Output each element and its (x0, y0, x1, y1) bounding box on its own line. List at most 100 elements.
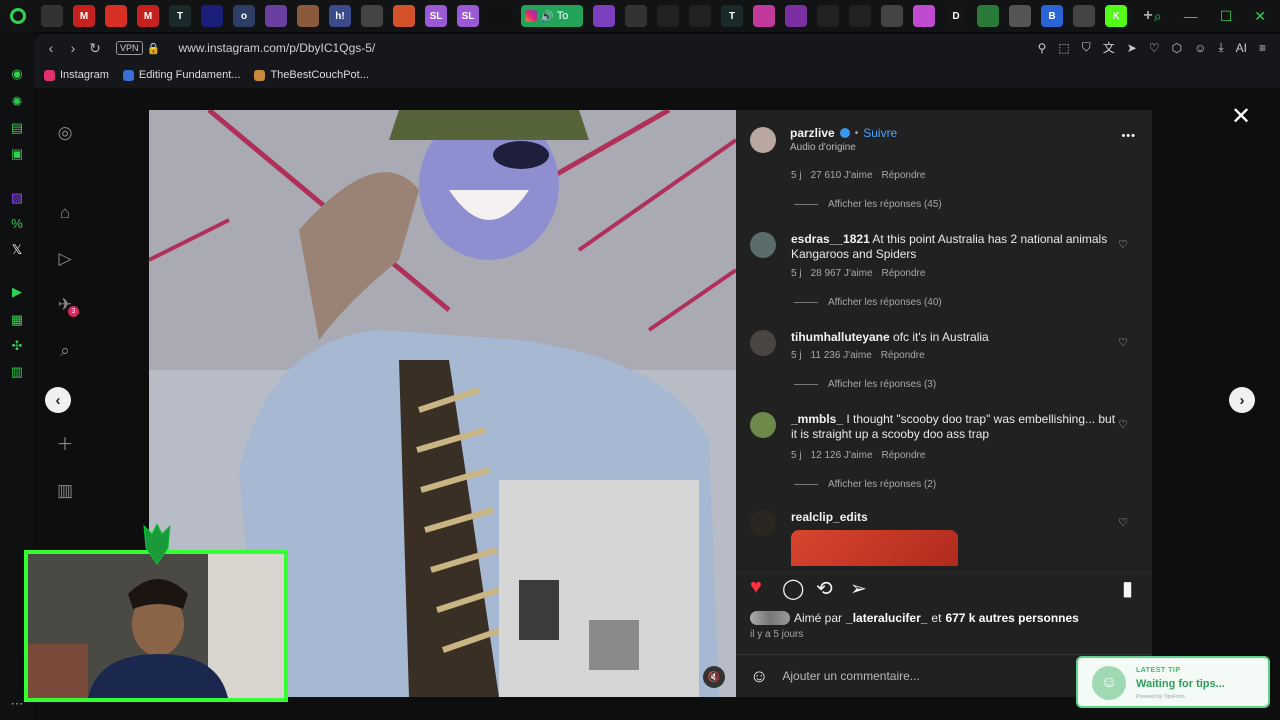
tab-icon[interactable]: B (1041, 5, 1063, 27)
commenter-avatar[interactable] (750, 510, 776, 536)
tab-icon[interactable] (657, 5, 679, 27)
tab-icon[interactable] (849, 5, 871, 27)
tab-icon[interactable]: SL (457, 5, 479, 27)
tab-icon[interactable]: T (721, 5, 743, 27)
tab-icon[interactable] (785, 5, 807, 27)
tab-icon[interactable] (817, 5, 839, 27)
more-icon[interactable]: ⋯ (9, 696, 25, 712)
tab-icon[interactable]: T (169, 5, 191, 27)
tab-icon[interactable] (689, 5, 711, 27)
tab-icon[interactable] (1009, 5, 1031, 27)
tab-icon[interactable] (265, 5, 287, 27)
bookmark-couchpot[interactable]: TheBestCouchPot... (254, 69, 369, 81)
x-icon[interactable]: 𝕏 (9, 242, 25, 258)
search-icon[interactable]: ⌕ (1154, 8, 1162, 25)
aria-ai-button[interactable]: AI (1236, 41, 1247, 55)
tab-icon[interactable] (361, 5, 383, 27)
more-options-button[interactable]: ••• (1121, 130, 1136, 142)
repost-icon[interactable]: ⟲ (816, 576, 833, 601)
twitch-icon[interactable]: ▨ (9, 190, 25, 206)
like-comment-icon[interactable]: ♡ (1118, 516, 1128, 529)
share-icon[interactable]: ➢ (850, 576, 867, 601)
shield-icon[interactable]: ⛉ (1082, 40, 1091, 55)
like-heart-icon[interactable]: ♥ (750, 576, 762, 599)
posted-time[interactable]: il y a 5 jours (750, 629, 803, 640)
heart-icon[interactable]: ♡ (1149, 41, 1160, 55)
previous-post-button[interactable]: ‹ (45, 387, 71, 413)
follow-button[interactable]: Suivre (863, 126, 897, 140)
tab-icon[interactable]: M (137, 5, 159, 27)
liked-by-others[interactable]: 677 k autres personnes (945, 611, 1078, 625)
translate-icon[interactable]: 文 (1103, 39, 1115, 56)
tab-icon[interactable] (393, 5, 415, 27)
forward-icon[interactable]: › (62, 40, 84, 56)
view-replies-button[interactable]: Afficher les réponses (45) (794, 199, 942, 210)
comment-likes[interactable]: 28 967 J'aime (811, 268, 873, 279)
view-replies-button[interactable]: Afficher les réponses (40) (794, 297, 942, 308)
reload-icon[interactable]: ↻ (84, 40, 106, 57)
close-window-button[interactable]: ✕ (1254, 8, 1266, 25)
map-icon[interactable]: ▦ (9, 312, 25, 328)
tab-active[interactable]: 🔊 To (521, 5, 583, 27)
tab-icon[interactable]: o (233, 5, 255, 27)
comment-likes[interactable]: 12 126 J'aime (811, 450, 873, 461)
puzzle-icon[interactable]: ⬡ (1172, 41, 1182, 55)
tab-icon[interactable] (593, 5, 615, 27)
chatgpt-icon[interactable]: ✺ (9, 94, 25, 110)
instagram-logo-icon[interactable]: ◎ (54, 122, 76, 144)
close-post-button[interactable]: ✕ (1231, 102, 1251, 131)
insights-icon[interactable]: ▥ (54, 480, 76, 502)
tab-icon[interactable] (201, 5, 223, 27)
bookmark-instagram[interactable]: Instagram (44, 69, 109, 81)
wallet-icon[interactable]: ▣ (9, 146, 25, 162)
vpn-badge[interactable]: VPN (116, 41, 143, 55)
like-comment-icon[interactable]: ♡ (1118, 418, 1128, 431)
maximize-button[interactable]: ☐ (1220, 8, 1233, 25)
audio-label[interactable]: Audio d'origine (790, 142, 856, 153)
liker-avatars[interactable] (750, 611, 790, 625)
tab-icon[interactable]: D (945, 5, 967, 27)
messages-icon[interactable]: ✈ 3 (54, 294, 79, 317)
commenter-avatar[interactable] (750, 330, 776, 356)
comment-likes[interactable]: 11 236 J'aime (811, 350, 872, 361)
tab-icon[interactable] (41, 5, 63, 27)
lock-icon[interactable]: 🔒 (143, 42, 165, 55)
bookmark-icon[interactable]: ▮ (1122, 576, 1133, 601)
player-icon[interactable]: ▶ (9, 284, 25, 300)
reply-button[interactable]: Répondre (882, 450, 926, 461)
reply-button[interactable]: Répondre (881, 350, 925, 361)
tab-icon[interactable] (105, 5, 127, 27)
whatsapp-icon[interactable]: ◉ (9, 66, 25, 82)
reply-button[interactable]: Répondre (882, 170, 926, 181)
liked-by-user[interactable]: _lateralucifer_ (846, 611, 927, 625)
reels-icon[interactable]: ▷ (54, 248, 76, 270)
menu-icon[interactable]: ≡ (1259, 41, 1266, 55)
emoji-icon[interactable]: ☺ (750, 666, 768, 687)
tab-icon[interactable]: SL (425, 5, 447, 27)
opera-logo-icon[interactable] (0, 0, 36, 32)
author-avatar[interactable] (750, 127, 776, 153)
home-icon[interactable]: ⌂ (54, 202, 76, 224)
comment-input[interactable]: Ajouter un commentaire... (782, 669, 919, 683)
send-icon[interactable]: ➤ (1127, 41, 1137, 55)
pin-icon[interactable]: ⚲ (1038, 41, 1047, 55)
like-comment-icon[interactable]: ♡ (1118, 336, 1128, 349)
commenter-avatar[interactable] (750, 232, 776, 258)
back-icon[interactable]: ‹ (40, 40, 62, 56)
comment-icon[interactable]: ◯ (782, 576, 804, 601)
history-icon[interactable]: ▥ (9, 364, 25, 380)
commenter-username[interactable]: esdras__1821 (791, 232, 870, 246)
tab-icon[interactable] (977, 5, 999, 27)
tab-icon[interactable] (913, 5, 935, 27)
snapshot-icon[interactable]: ⬚ (1058, 41, 1069, 55)
mute-button[interactable]: 🔇 (703, 666, 725, 688)
view-replies-button[interactable]: Afficher les réponses (3) (794, 379, 936, 390)
commenter-username[interactable]: tihumhalluteyane (791, 330, 890, 344)
like-comment-icon[interactable]: ♡ (1118, 238, 1128, 251)
comment-likes[interactable]: 27 610 J'aime (811, 170, 873, 181)
tab-icon[interactable] (1073, 5, 1095, 27)
tab-icon[interactable]: M (73, 5, 95, 27)
tab-icon[interactable] (625, 5, 647, 27)
tab-icon[interactable] (881, 5, 903, 27)
news-icon[interactable]: ▤ (9, 120, 25, 136)
